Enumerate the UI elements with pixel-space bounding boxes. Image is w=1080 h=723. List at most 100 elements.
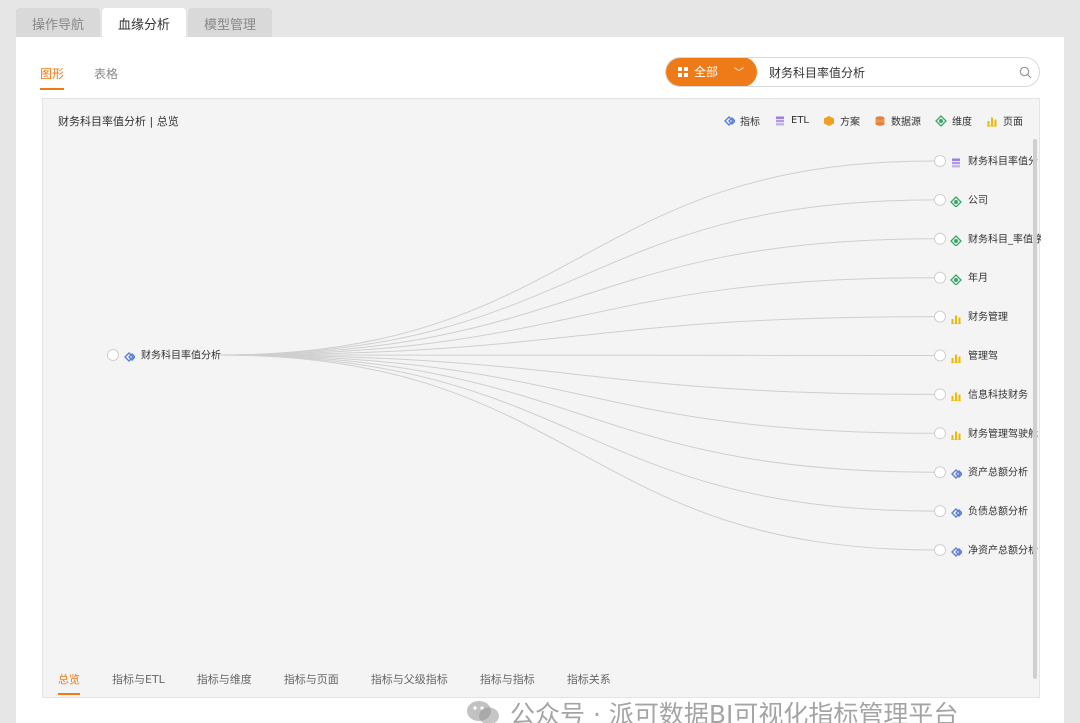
node-type-icon — [950, 193, 964, 207]
node-handle[interactable] — [934, 505, 946, 518]
top-tab-bar: 操作导航 血缘分析 模型管理 — [16, 8, 273, 38]
node-handle[interactable] — [934, 349, 946, 362]
node-handle[interactable] — [934, 388, 946, 401]
node-label: 管理驾 — [968, 349, 998, 362]
etl-icon — [950, 154, 964, 168]
bottom-tab-2[interactable]: 指标与维度 — [197, 671, 252, 695]
bottom-tab-3[interactable]: 指标与页面 — [284, 671, 339, 695]
grid-icon — [677, 66, 688, 77]
lineage-edge — [218, 160, 935, 356]
bottom-tab-5[interactable]: 指标与指标 — [480, 671, 535, 695]
search-icon[interactable] — [1011, 66, 1039, 79]
lineage-node[interactable]: 公司 — [934, 193, 989, 207]
lineage-edge — [218, 354, 935, 512]
watermark-text: 公众号 · 派可数据BI可视化指标管理平台 — [510, 700, 959, 723]
lineage-canvas[interactable]: 财务科目率值分析 | 总览 指标 ETL 方案 数据源 维度 页面 财务科目率值分 公司 财务… — [42, 98, 1041, 698]
tab-table-view[interactable]: 表格 — [94, 65, 118, 90]
node-handle[interactable] — [934, 427, 946, 440]
lineage-edge — [218, 354, 935, 434]
lineage-graph[interactable]: 财务科目率值分公司财务科目_率值序年月财务管理管理驾信息科技财务财务管理驾驶舱资… — [43, 99, 1041, 659]
lineage-node[interactable]: 财务管理 — [934, 310, 1009, 324]
bottom-tab-1[interactable]: 指标与ETL — [112, 671, 165, 695]
node-handle[interactable] — [934, 232, 946, 245]
tab-graph-view[interactable]: 图形 — [40, 65, 65, 90]
lineage-node[interactable]: 年月 — [934, 271, 989, 285]
edge-group — [218, 160, 935, 551]
view-tab-bar: 图形 表格 — [40, 65, 118, 90]
lineage-edge — [218, 354, 935, 473]
node-handle[interactable] — [934, 544, 946, 556]
node-label: 财务科目率值分析 — [141, 349, 221, 362]
filter-label: 全部 — [693, 65, 718, 79]
node-handle[interactable] — [934, 193, 946, 206]
node-type-icon — [950, 543, 964, 557]
node-type-icon — [123, 348, 137, 362]
node-type-icon — [950, 310, 964, 324]
node-handle[interactable] — [934, 155, 946, 167]
lineage-edge — [218, 238, 935, 356]
lineage-node[interactable]: 财务管理驾驶舱 — [934, 426, 1039, 441]
search-group: 全部 ﹀ — [665, 57, 1040, 87]
page-icon — [950, 310, 964, 324]
main-panel: 图形 表格 全部 ﹀ 财务科目率值分析 | 总览 指标ETL方案数据源维度页面 … — [16, 37, 1064, 723]
bottom-tab-6[interactable]: 指标关系 — [567, 671, 611, 695]
lineage-node[interactable]: 财务科目率值分 — [934, 154, 1039, 168]
node-label: 年月 — [968, 271, 988, 284]
tab-lineage-analysis[interactable]: 血缘分析 — [102, 8, 187, 38]
vertical-scrollbar[interactable] — [1033, 139, 1037, 679]
node-handle[interactable] — [934, 466, 946, 479]
lineage-edge — [218, 199, 935, 356]
node-type-icon — [950, 504, 964, 519]
node-label: 财务科目_率值序 — [968, 232, 1041, 245]
bottom-tab-0[interactable]: 总览 — [58, 671, 80, 695]
filter-dropdown-button[interactable]: 全部 ﹀ — [666, 58, 757, 86]
lineage-node[interactable]: 负债总额分析 — [934, 504, 1029, 519]
node-label: 财务管理 — [968, 310, 1008, 323]
lineage-node[interactable]: 资产总额分析 — [934, 465, 1029, 480]
watermark: 公众号 · 派可数据BI可视化指标管理平台 — [466, 695, 958, 723]
node-label: 负债总额分析 — [968, 505, 1028, 518]
indicator-icon — [950, 504, 964, 519]
lineage-node[interactable]: 信息科技财务 — [934, 387, 1029, 402]
node-label: 财务科目率值分 — [968, 155, 1038, 168]
node-type-icon — [950, 387, 964, 402]
indicator-icon — [950, 465, 964, 480]
node-type-icon — [950, 271, 964, 285]
lineage-edge — [218, 354, 935, 551]
tab-operation-nav[interactable]: 操作导航 — [16, 8, 101, 38]
node-label: 财务管理驾驶舱 — [968, 427, 1038, 440]
search-input[interactable] — [757, 65, 1011, 79]
bottom-tab-4[interactable]: 指标与父级指标 — [371, 671, 448, 695]
indicator-icon — [123, 348, 137, 362]
node-label: 信息科技财务 — [968, 388, 1028, 401]
dimension-icon — [950, 193, 964, 207]
page-icon — [950, 349, 964, 363]
dimension-icon — [950, 271, 964, 285]
node-handle[interactable] — [107, 349, 119, 361]
node-label: 净资产总额分析 — [968, 544, 1038, 557]
node-label: 资产总额分析 — [968, 466, 1028, 479]
node-handle[interactable] — [934, 271, 946, 284]
wechat-icon — [467, 701, 499, 723]
lineage-edge — [218, 277, 935, 356]
node-type-icon — [950, 426, 964, 441]
node-type-icon — [950, 154, 964, 168]
page-icon — [950, 426, 964, 441]
node-type-icon — [950, 465, 964, 480]
node-label: 公司 — [968, 195, 988, 206]
lineage-edge — [218, 354, 935, 395]
page-icon — [950, 387, 964, 402]
bottom-tab-bar: 总览 指标与ETL 指标与维度 指标与页面 指标与父级指标 指标与指标 指标关系 — [58, 671, 611, 695]
lineage-node[interactable]: 净资产总额分析 — [934, 543, 1039, 557]
tab-model-management[interactable]: 模型管理 — [188, 8, 273, 38]
node-handle[interactable] — [934, 310, 946, 323]
node-type-icon — [950, 349, 964, 363]
indicator-icon — [950, 543, 964, 557]
lineage-node[interactable]: 管理驾 — [934, 349, 999, 363]
dimension-icon — [950, 232, 964, 246]
node-type-icon — [950, 232, 964, 246]
lineage-root-node[interactable]: 财务科目率值分析 — [107, 348, 222, 362]
lineage-edge — [218, 354, 935, 356]
lineage-node[interactable]: 财务科目_率值序 — [934, 232, 1042, 246]
chevron-down-icon: ﹀ — [734, 68, 744, 79]
